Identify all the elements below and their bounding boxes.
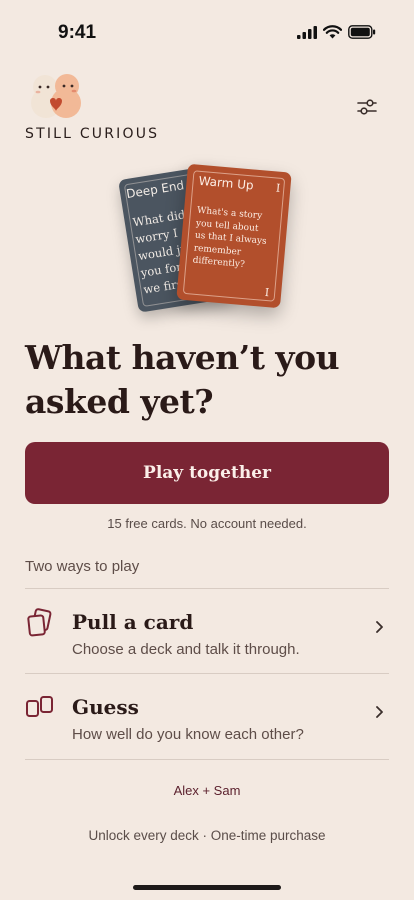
mode-title: Pull a card xyxy=(72,610,194,634)
couple-names[interactable]: Alex + Sam xyxy=(0,783,414,798)
wifi-icon xyxy=(323,25,342,39)
two-friends-mascot-icon xyxy=(31,74,81,118)
cellular-signal-icon xyxy=(297,25,317,39)
headline-line-2: asked yet? xyxy=(25,382,214,421)
brand-wordmark: STILL CURIOUS xyxy=(25,126,160,142)
card-deck-name: Warm Up xyxy=(198,173,255,193)
battery-icon xyxy=(348,25,376,39)
mode-title: Guess xyxy=(72,695,139,719)
section-label: Two ways to play xyxy=(25,558,140,575)
page-title: What haven’t you asked yet? xyxy=(25,336,395,424)
divider xyxy=(25,673,389,674)
status-time: 9:41 xyxy=(58,22,97,43)
cards-icon xyxy=(27,608,52,637)
card-border xyxy=(123,171,229,307)
app-logo xyxy=(24,70,88,120)
free-cards-note: 15 free cards. No account needed. xyxy=(107,516,307,531)
mode-description: How well do you know each other? xyxy=(72,726,304,743)
card-border xyxy=(182,170,286,302)
two-cards-icon xyxy=(26,696,53,717)
status-icons xyxy=(297,25,376,39)
card-warm-up: Warm Up I What's a story you tell about … xyxy=(176,163,292,309)
chevron-right-icon xyxy=(376,706,383,718)
card-question: What did worry I would ju you for y we f… xyxy=(131,207,193,297)
divider xyxy=(25,759,389,760)
sliders-icon xyxy=(357,99,377,115)
card-question: What's a story you tell about us that I … xyxy=(192,205,268,271)
unlock-purchase-link[interactable]: Unlock every deck · One-time purchase xyxy=(0,828,414,843)
card-deep-end: Deep End What did worry I would ju you f… xyxy=(118,165,234,313)
card-numeral: I xyxy=(275,181,281,195)
card-deck-name: Deep End xyxy=(125,178,186,202)
play-together-button[interactable]: Play together xyxy=(25,442,389,504)
mode-row-pull-a-card[interactable]: Pull a card Choose a deck and talk it th… xyxy=(0,590,414,674)
headline-line-1: What haven’t you xyxy=(25,338,340,377)
divider xyxy=(25,588,389,589)
mode-description: Choose a deck and talk it through. xyxy=(72,641,300,658)
home-indicator[interactable] xyxy=(133,885,281,890)
settings-button[interactable] xyxy=(352,92,382,122)
card-numeral-bottom: I xyxy=(264,285,270,300)
chevron-right-icon xyxy=(376,621,383,633)
mode-row-guess[interactable]: Guess How well do you know each other? xyxy=(0,675,414,759)
status-bar: 9:41 xyxy=(0,0,414,64)
